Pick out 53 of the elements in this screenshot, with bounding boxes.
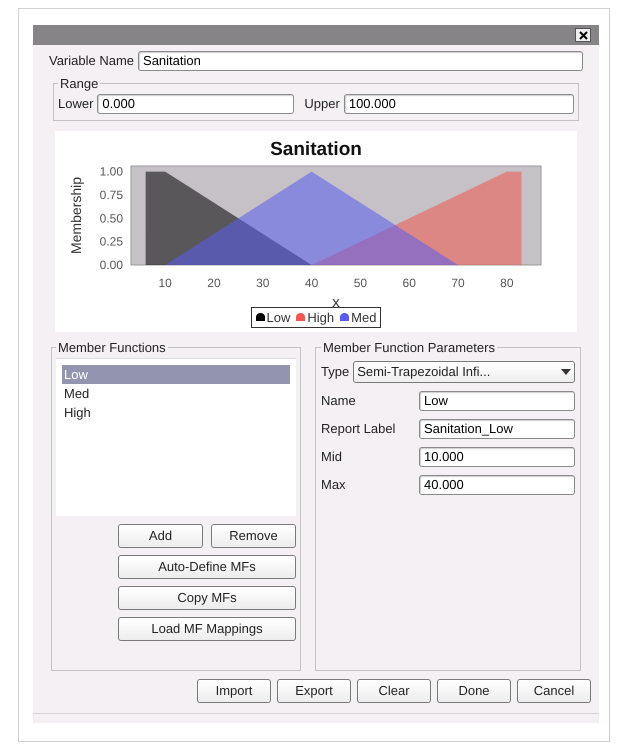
type-dropdown[interactable]: Semi-Trapezoidal Infi...	[353, 360, 575, 382]
group-title: Member Function Parameters	[322, 339, 496, 357]
close-button[interactable]	[575, 28, 591, 42]
field-label: Max	[321, 476, 347, 494]
y-tick-label: 0.25	[100, 234, 123, 248]
x-tick-label: 20	[207, 276, 221, 290]
parameter-field[interactable]: Low	[419, 390, 575, 410]
x-tick-label: 80	[500, 276, 514, 290]
field-label: Report Label	[321, 420, 396, 438]
upper-field[interactable]: 100.000	[344, 94, 574, 114]
field-label: Upper	[304, 94, 340, 113]
dialog-button[interactable]: Import	[197, 679, 271, 703]
dialog-button[interactable]: Clear	[357, 679, 431, 703]
x-tick-label: 10	[158, 276, 172, 290]
chart-title: Sanitation	[270, 138, 362, 160]
y-axis-label: Membership	[68, 176, 84, 254]
dialog-button[interactable]: Done	[437, 679, 511, 703]
field-label: Variable Name	[49, 52, 134, 70]
field-label: Type	[321, 362, 350, 381]
dialog-button[interactable]: Add	[118, 524, 203, 548]
close-icon	[578, 30, 588, 40]
group-title: Member Functions	[57, 339, 167, 357]
parameter-field[interactable]: 10.000	[419, 446, 575, 466]
field-label: Lower	[58, 94, 94, 113]
y-tick-label: 0.50	[100, 210, 123, 225]
x-axis-label: x	[332, 294, 340, 306]
variable-name-field[interactable]: Sanitation	[138, 51, 583, 71]
x-tick-label: 30	[256, 276, 270, 290]
parameter-field[interactable]: Sanitation_Low	[419, 418, 575, 438]
legend-label: Low	[266, 308, 290, 326]
y-tick-label: 0.00	[100, 258, 123, 272]
x-tick-label: 70	[451, 276, 465, 290]
list-item[interactable]: High	[62, 402, 290, 422]
lower-field[interactable]: 0.000	[97, 94, 294, 114]
y-tick-label: 0.75	[100, 187, 123, 202]
list-item[interactable]: Med	[62, 384, 290, 402]
dialog-button[interactable]: Cancel	[517, 679, 591, 703]
legend-label: High	[307, 308, 334, 327]
y-tick-label: 1.00	[100, 164, 123, 178]
x-tick-label: 50	[354, 276, 368, 290]
dialog-button[interactable]: Auto-Define MFs	[118, 554, 296, 578]
parameter-field[interactable]: 40.000	[419, 474, 575, 494]
dialog-button[interactable]: Copy MFs	[118, 586, 296, 610]
field-label: Mid	[321, 448, 343, 466]
dialog-button[interactable]: Load MF Mappings	[118, 616, 296, 640]
dialog-button[interactable]: Export	[277, 679, 351, 703]
dialog-button[interactable]: Remove	[211, 524, 296, 548]
x-tick-label: 40	[304, 276, 318, 290]
legend-label: Med	[351, 308, 376, 326]
group-title: Range	[59, 75, 100, 93]
x-tick-label: 60	[402, 276, 416, 290]
field-label: Name	[321, 392, 357, 410]
dropdown-arrow-icon	[561, 368, 571, 374]
